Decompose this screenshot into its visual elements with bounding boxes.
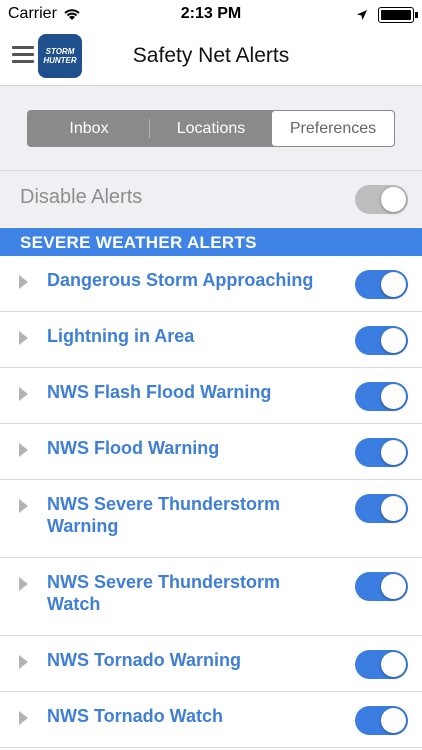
alert-row-lightning[interactable]: Lightning in Area [0, 312, 422, 368]
alert-toggle[interactable] [355, 270, 408, 299]
chevron-right-icon[interactable] [19, 331, 28, 345]
alert-toggle[interactable] [355, 326, 408, 355]
chevron-right-icon[interactable] [19, 443, 28, 457]
disable-alerts-label: Disable Alerts [20, 186, 143, 208]
alert-row-severe-thunderstorm-watch[interactable]: NWS Severe Thunderstorm Watch [0, 558, 422, 636]
chevron-right-icon[interactable] [19, 711, 28, 725]
chevron-right-icon[interactable] [19, 655, 28, 669]
alert-toggle[interactable] [355, 650, 408, 679]
disable-alerts-row: Disable Alerts [0, 170, 422, 227]
alert-label: Lightning in Area [47, 326, 195, 346]
chevron-right-icon[interactable] [19, 577, 28, 591]
alert-row-flash-flood-warning[interactable]: NWS Flash Flood Warning [0, 368, 422, 424]
alert-label: NWS Flash Flood Warning [47, 382, 272, 402]
location-arrow-icon [357, 10, 367, 20]
chevron-right-icon[interactable] [19, 387, 28, 401]
alert-toggle[interactable] [355, 706, 408, 735]
status-bar: Carrier 2:13 PM [0, 0, 422, 30]
alert-toggle[interactable] [355, 382, 408, 411]
alert-row-tornado-watch[interactable]: NWS Tornado Watch [0, 692, 422, 748]
chevron-right-icon[interactable] [19, 275, 28, 289]
alert-list: Dangerous Storm Approaching Lightning in… [0, 256, 422, 748]
alert-label: Dangerous Storm Approaching [47, 270, 314, 290]
section-header: SEVERE WEATHER ALERTS [0, 228, 422, 256]
chevron-right-icon[interactable] [19, 499, 28, 513]
segmented-control: Inbox Locations Preferences [27, 110, 395, 147]
battery-icon [378, 7, 418, 23]
tab-inbox[interactable]: Inbox [28, 111, 150, 146]
alert-label: NWS Flood Warning [47, 438, 220, 458]
tab-preferences[interactable]: Preferences [272, 111, 394, 146]
alert-toggle[interactable] [355, 494, 408, 523]
alert-row-severe-thunderstorm-warning[interactable]: NWS Severe Thunderstorm Warning [0, 480, 422, 558]
nav-bar: STORM HUNTER Safety Net Alerts [0, 30, 422, 85]
alert-label: NWS Tornado Warning [47, 650, 241, 670]
alert-toggle[interactable] [355, 438, 408, 467]
alert-label: NWS Tornado Watch [47, 706, 223, 726]
status-right [356, 7, 418, 23]
alert-row-tornado-warning[interactable]: NWS Tornado Warning [0, 636, 422, 692]
alert-label: NWS Severe Thunderstorm Warning [47, 494, 281, 536]
segment-area: Inbox Locations Preferences [0, 85, 422, 170]
alert-row-dangerous-storm[interactable]: Dangerous Storm Approaching [0, 256, 422, 312]
tab-locations[interactable]: Locations [150, 111, 272, 146]
alert-label: NWS Severe Thunderstorm Watch [47, 572, 281, 614]
alert-toggle[interactable] [355, 572, 408, 601]
alert-row-flood-warning[interactable]: NWS Flood Warning [0, 424, 422, 480]
page-title: Safety Net Alerts [132, 44, 290, 67]
disable-alerts-toggle[interactable] [355, 185, 408, 214]
